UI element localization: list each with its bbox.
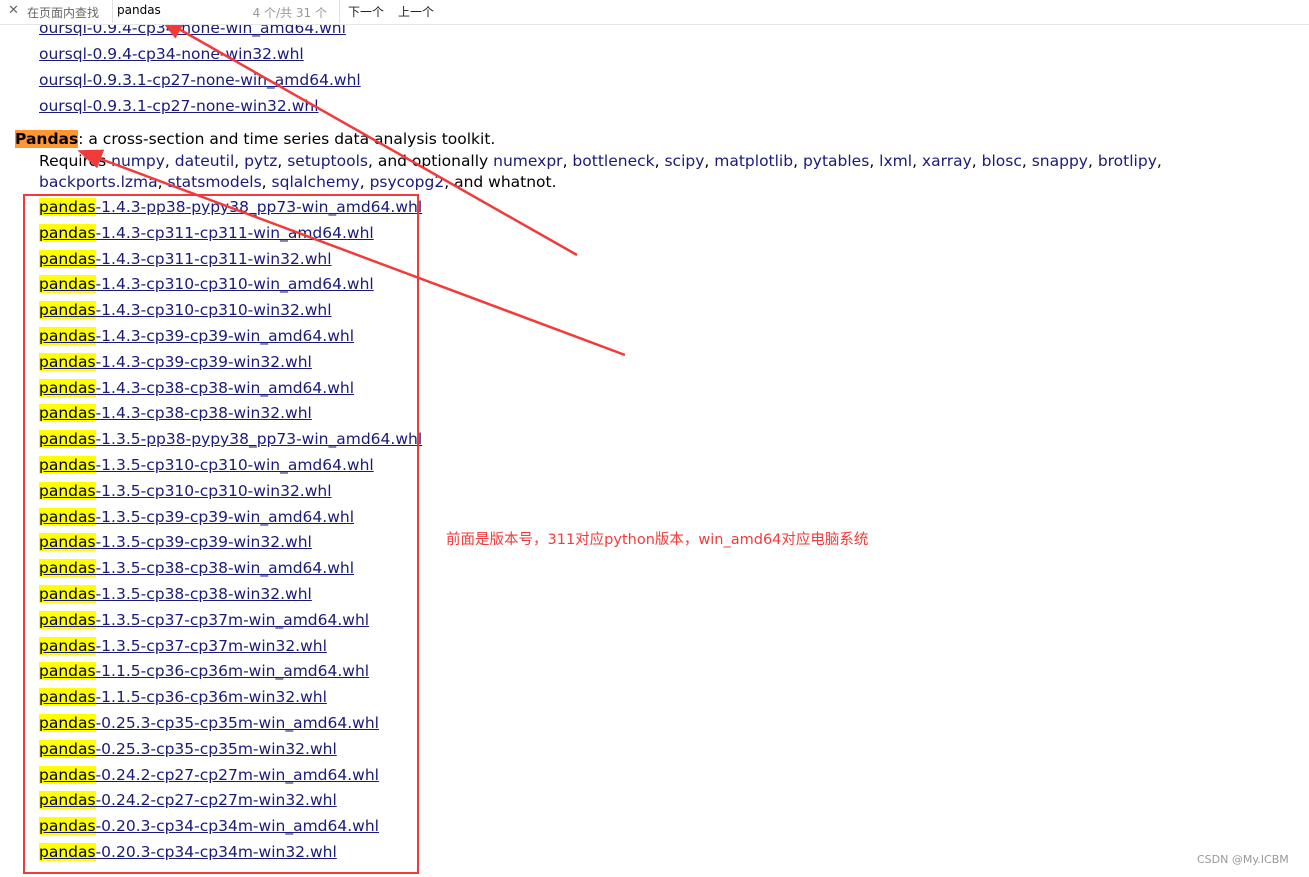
oursql-list-item: oursql-0.9.3.1-cp27-none-win_amd64.whl — [39, 71, 361, 89]
watermark: CSDN @My.ICBM — [1197, 853, 1289, 866]
optional-requirement-link[interactable]: snappy — [1032, 152, 1088, 170]
optional-requirement-link[interactable]: numexpr — [493, 152, 562, 170]
oursql-download-link[interactable]: oursql-0.9.3.1-cp27-none-win32.whl — [39, 97, 319, 115]
oursql-list-item: oursql-0.9.3.1-cp27-none-win32.whl — [39, 97, 319, 115]
optional-requirement-link[interactable]: bottleneck — [572, 152, 654, 170]
find-input[interactable] — [117, 3, 247, 17]
annotation-note: 前面是版本号，311对应python版本，win_amd64对应电脑系统 — [446, 532, 869, 548]
oursql-list-item: oursql-0.9.4-cp34-none-win32.whl — [39, 45, 304, 63]
optional-requirement-link[interactable]: blosc — [982, 152, 1022, 170]
optional-requirement-link[interactable]: matplotlib — [714, 152, 793, 170]
requirement-link[interactable]: setuptools — [287, 152, 368, 170]
requirement-link[interactable]: pytz — [244, 152, 277, 170]
optional-requirement-link[interactable]: backports.lzma — [39, 173, 158, 191]
pandas-description: : a cross-section and time series data a… — [78, 130, 496, 148]
next-match-button[interactable]: 下一个 — [348, 3, 384, 20]
pandas-requirements: Requires numpy, dateutil, pytz, setuptoo… — [39, 152, 1162, 191]
requires-suffix: , and whatnot. — [444, 173, 557, 191]
find-input-wrapper: 4 个/共 31 个 — [112, 0, 340, 23]
previous-match-button[interactable]: 上一个 — [398, 3, 434, 20]
optional-requirement-link[interactable]: sqlalchemy — [272, 173, 360, 191]
find-in-page-bar: ✕ 在页面内查找 4 个/共 31 个 下一个 上一个 — [0, 0, 1309, 25]
requirement-link[interactable]: dateutil — [175, 152, 234, 170]
match-count: 4 个/共 31 个 — [252, 6, 327, 20]
optional-requirement-link[interactable]: pytables — [803, 152, 869, 170]
page-content: oursql-0.9.4-cp34-none-win_amd64.whl ours… — [0, 0, 1309, 877]
optional-requirement-link[interactable]: psycopg2 — [370, 173, 445, 191]
oursql-download-link[interactable]: oursql-0.9.4-cp34-none-win32.whl — [39, 45, 304, 63]
requirement-link[interactable]: numpy — [111, 152, 165, 170]
find-label: 在页面内查找 — [27, 6, 100, 20]
oursql-download-link[interactable]: oursql-0.9.3.1-cp27-none-win_amd64.whl — [39, 71, 361, 89]
optional-prefix: , and optionally — [367, 152, 494, 170]
optional-requirement-link[interactable]: statsmodels — [168, 173, 262, 191]
optional-requirement-link[interactable]: lxml — [879, 152, 912, 170]
pandas-heading: Pandas: a cross-section and time series … — [15, 130, 495, 148]
pandas-name-active-match: Pandas — [15, 130, 79, 148]
optional-requirement-link[interactable]: scipy — [664, 152, 704, 170]
optional-requirement-link[interactable]: xarray — [922, 152, 972, 170]
requires-prefix: Requires — [39, 152, 112, 170]
optional-requirement-link[interactable]: brotlipy — [1098, 152, 1157, 170]
annotation-highlight-box — [23, 194, 419, 874]
close-icon[interactable]: ✕ — [8, 3, 19, 18]
